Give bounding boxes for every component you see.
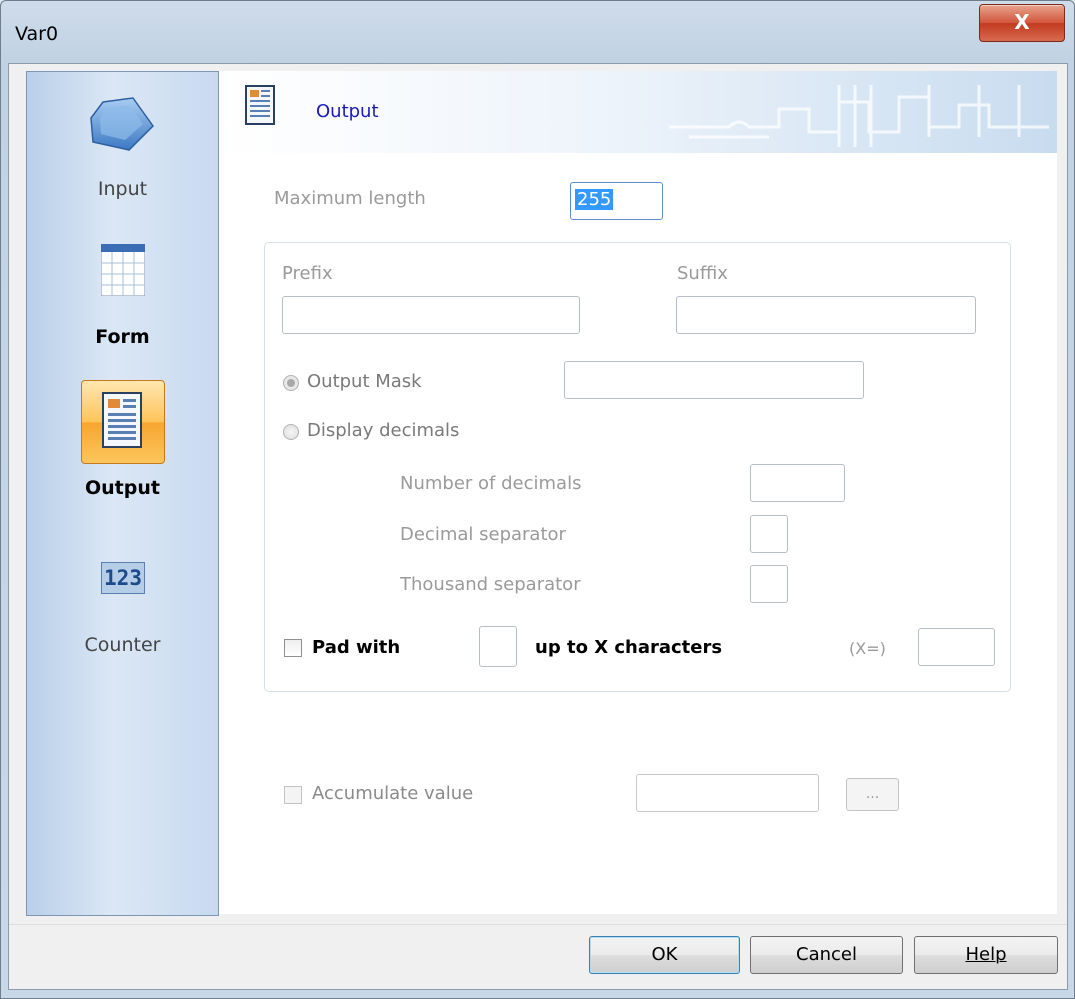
suffix-label: Suffix [677,263,728,284]
counter-123-icon: 123 [101,562,145,594]
content-header: Output [219,71,1057,153]
page-title: Output [316,101,379,122]
ok-button[interactable]: OK [589,936,740,974]
pad-with-label: Pad with [312,637,401,658]
accumulate-checkbox[interactable] [284,786,302,804]
dialog-window: Var0 X Input Form Output 123 Counter Out… [0,0,1075,999]
sidebar-item-output[interactable]: Output [27,367,218,517]
sidebar-item-label: Counter [84,634,161,656]
output-mask-radio[interactable] [283,375,299,391]
accumulate-label: Accumulate value [312,783,474,804]
output-mask-label: Output Mask [307,371,422,392]
x-value-input[interactable] [918,628,995,666]
help-button[interactable]: Help [914,936,1058,974]
thousand-sep-label: Thousand separator [400,574,581,595]
close-icon: X [1014,10,1030,34]
x-equals-label: (X=) [849,639,886,658]
up-to-x-label: up to X characters [535,637,723,658]
sidebar-item-counter[interactable]: 123 Counter [27,517,218,667]
title-bar[interactable]: Var0 X [1,1,1074,63]
output-document-icon [102,392,142,448]
thousand-sep-input[interactable] [750,565,788,603]
pad-char-input[interactable] [479,626,517,667]
sidebar-item-label: Input [97,178,148,200]
suffix-input[interactable] [676,296,976,334]
accumulate-input[interactable] [636,774,819,812]
sidebar-item-form[interactable]: Form [27,222,218,367]
num-decimals-label: Number of decimals [400,473,582,494]
prefix-label: Prefix [282,263,333,284]
content-panel: Output Maximum length 255 Prefix Suffix … [219,71,1057,914]
close-button[interactable]: X [979,4,1065,42]
prefix-input[interactable] [282,296,580,334]
num-decimals-input[interactable] [750,464,845,502]
footer-divider [9,924,1067,925]
output-document-icon [245,85,275,125]
max-length-input[interactable]: 255 [570,182,663,220]
radio-selected-dot [287,379,295,387]
display-decimals-label: Display decimals [307,420,460,441]
sidebar: Input Form Output 123 Counter [26,71,219,916]
display-decimals-radio[interactable] [283,424,299,440]
input-keyboard-icon [90,97,154,151]
decimal-sep-input[interactable] [750,515,788,553]
sidebar-item-label: Form [95,326,150,348]
decimal-sep-label: Decimal separator [400,524,566,545]
window-title: Var0 [15,23,59,45]
output-mask-input[interactable] [564,361,864,399]
max-length-value: 255 [575,189,614,210]
decorative-wave-graphic [669,85,1049,147]
cancel-button[interactable]: Cancel [750,936,903,974]
sidebar-item-input[interactable]: Input [27,72,218,222]
form-grid-icon [101,244,145,296]
sidebar-item-label: Output [85,477,160,499]
pad-with-checkbox[interactable] [284,639,302,657]
max-length-label: Maximum length [274,188,426,209]
browse-button[interactable]: ... [846,778,899,811]
dialog-client-area: Input Form Output 123 Counter Output Max… [8,63,1068,990]
